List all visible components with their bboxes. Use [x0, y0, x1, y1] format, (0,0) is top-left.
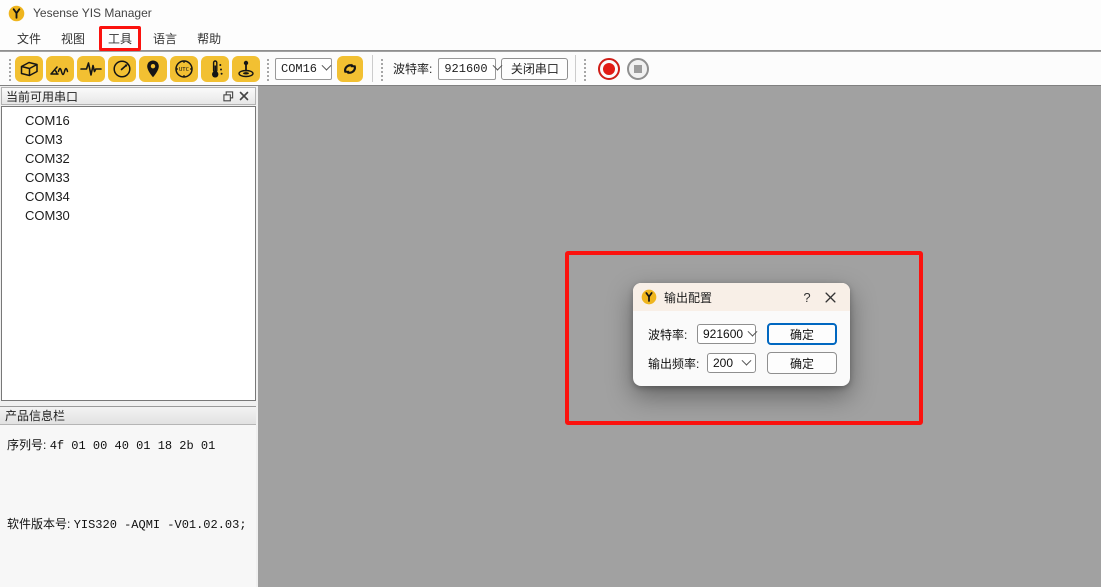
serial-port-item[interactable]: COM32	[2, 149, 255, 168]
firmware-version-value: YIS320 -AQMI -V01.02.03;	[74, 518, 247, 532]
serial-port-item[interactable]: COM16	[2, 111, 255, 130]
dialog-freq-label: 输出频率:	[648, 355, 699, 372]
gauge-icon	[110, 58, 134, 80]
close-panel-button[interactable]	[236, 89, 252, 103]
joystick-tool-button[interactable]	[232, 56, 260, 82]
location-tool-button[interactable]	[139, 56, 167, 82]
refresh-icon	[339, 59, 361, 79]
dialog-help-button[interactable]: ?	[796, 290, 818, 305]
utc-clock-tool-button[interactable]: UTC	[170, 56, 198, 82]
serial-number-value: 4f 01 00 40 01 18 2b 01	[50, 439, 216, 453]
title-bar: Yesense YIS Manager	[0, 0, 1101, 26]
serial-port-panel: 当前可用串口 COM16 COM3 COM32 COM33 COM34 COM3…	[0, 86, 258, 587]
chevron-down-icon	[322, 61, 332, 71]
record-icon	[603, 63, 615, 75]
firmware-version-line: 软件版本号: YIS320 -AQMI -V01.02.03;	[7, 515, 247, 532]
serial-panel-header: 当前可用串口	[1, 87, 256, 105]
dialog-logo-icon	[641, 289, 657, 305]
close-port-button[interactable]: 关闭串口	[501, 58, 568, 80]
serial-port-item[interactable]: COM30	[2, 206, 255, 225]
close-icon	[239, 91, 249, 101]
svg-text:UTC: UTC	[179, 67, 189, 73]
serial-port-list: COM16 COM3 COM32 COM33 COM34 COM30	[1, 106, 256, 401]
product-info-title: 产品信息栏	[5, 407, 65, 424]
dialog-baud-ok-button[interactable]: 确定	[767, 323, 837, 345]
serial-port-item[interactable]: COM3	[2, 130, 255, 149]
dialog-baud-value: 921600	[703, 327, 743, 341]
gauge-tool-button[interactable]	[108, 56, 136, 82]
dialog-freq-row: 输出频率: 200 确定	[648, 352, 838, 374]
location-pin-icon	[141, 58, 165, 80]
thermometer-tool-button[interactable]	[201, 56, 229, 82]
toolbar-grip[interactable]	[7, 57, 12, 81]
chevron-down-icon	[742, 355, 752, 365]
toolbar-grip[interactable]	[265, 57, 270, 81]
serial-port-item[interactable]: COM34	[2, 187, 255, 206]
dialog-baud-select[interactable]: 921600	[697, 324, 756, 344]
thermometer-icon	[203, 58, 227, 80]
waveform-tool-button[interactable]	[77, 56, 105, 82]
app-logo-icon	[8, 5, 25, 22]
close-icon	[825, 292, 836, 303]
toolbar-grip[interactable]	[379, 57, 384, 81]
stop-button[interactable]	[627, 58, 649, 80]
utc-clock-icon: UTC	[172, 58, 196, 80]
dialog-baud-label: 波特率:	[648, 326, 687, 343]
app-window: Yesense YIS Manager 文件 视图 工具 语言 帮助 UTC	[0, 0, 1101, 587]
serial-panel-title: 当前可用串口	[6, 88, 78, 105]
stop-icon	[634, 65, 642, 73]
float-panel-button[interactable]	[220, 89, 236, 103]
window-title: Yesense YIS Manager	[33, 6, 152, 20]
baud-rate-label: 波特率:	[393, 60, 432, 77]
toolbar: UTC COM16 波特率: 921600 关闭串口	[0, 52, 1101, 86]
menu-language[interactable]: 语言	[144, 27, 186, 50]
float-panel-icon	[223, 91, 234, 102]
waveform-icon	[79, 58, 103, 80]
dialog-baud-row: 波特率: 921600 确定	[648, 323, 838, 345]
toolbar-grip[interactable]	[582, 57, 587, 81]
chevron-down-icon	[748, 326, 758, 336]
refresh-ports-button[interactable]	[337, 56, 363, 82]
dialog-title-bar[interactable]: 输出配置 ?	[633, 283, 850, 311]
menu-view[interactable]: 视图	[52, 27, 94, 50]
menu-bar: 文件 视图 工具 语言 帮助	[0, 26, 1101, 51]
port-select-value: COM16	[281, 62, 317, 76]
attitude-wave-tool-button[interactable]	[46, 56, 74, 82]
port-select[interactable]: COM16	[275, 58, 332, 80]
menu-help[interactable]: 帮助	[188, 27, 230, 50]
dialog-freq-value: 200	[713, 356, 733, 370]
serial-number-line: 序列号: 4f 01 00 40 01 18 2b 01	[7, 436, 215, 453]
dialog-freq-ok-button[interactable]: 确定	[767, 352, 837, 374]
toolbar-separator	[372, 55, 373, 82]
attitude-wave-icon	[48, 58, 72, 80]
menu-tools[interactable]: 工具	[99, 26, 141, 51]
serial-number-label: 序列号:	[7, 438, 46, 452]
cube-tool-button[interactable]	[15, 56, 43, 82]
record-button[interactable]	[598, 58, 620, 80]
toolbar-separator	[575, 55, 576, 82]
output-config-dialog: 输出配置 ? 波特率: 921600 确定 输出频率: 200 确定	[633, 283, 850, 386]
firmware-version-label: 软件版本号:	[7, 517, 70, 531]
product-info-header: 产品信息栏	[0, 406, 256, 425]
cube-icon	[17, 58, 41, 80]
menu-file[interactable]: 文件	[8, 27, 50, 50]
joystick-icon	[234, 58, 258, 80]
dialog-freq-select[interactable]: 200	[707, 353, 756, 373]
dialog-close-button[interactable]	[818, 292, 842, 303]
serial-port-item[interactable]: COM33	[2, 168, 255, 187]
baud-select-value: 921600	[444, 62, 487, 76]
dialog-title: 输出配置	[664, 289, 796, 306]
baud-select[interactable]: 921600	[438, 58, 496, 80]
